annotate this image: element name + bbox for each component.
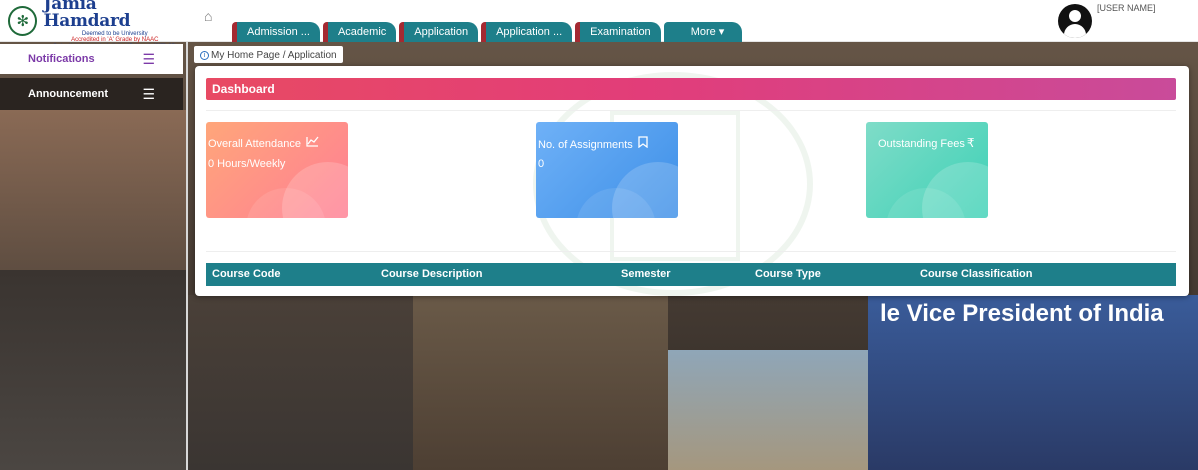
hamburger-menu-icon[interactable]: ☰: [142, 86, 155, 103]
logo-name: Jamia Hamdard: [43, 0, 131, 31]
dashboard-title-bar: Dashboard: [206, 78, 1176, 100]
tab-more-dropdown[interactable]: More ▾: [663, 22, 743, 42]
sidebar-divider: [186, 42, 188, 470]
hamburger-menu-icon[interactable]: ☰: [142, 51, 155, 68]
assignments-card-title: No. of Assignments: [538, 139, 633, 151]
outstanding-fees-card[interactable]: Outstanding Fees ₹: [866, 122, 988, 218]
breadcrumb[interactable]: i My Home Page / Application: [194, 46, 343, 63]
assignments-card[interactable]: No. of Assignments 0: [536, 122, 678, 218]
top-header: ✻ Jamia Hamdard Deemed to be University …: [0, 0, 1198, 46]
home-icon[interactable]: ⌂: [204, 9, 218, 23]
tab-examination[interactable]: Examination: [575, 22, 661, 42]
column-header-semester[interactable]: Semester: [621, 268, 671, 280]
column-header-course-classification[interactable]: Course Classification: [920, 268, 1032, 280]
column-header-course-code[interactable]: Course Code: [212, 268, 280, 280]
divider: [206, 251, 1176, 252]
attendance-card-value: 0 Hours/Weekly: [208, 158, 286, 170]
dashboard-panel: Dashboard Overall Attendance 0 Hours/Wee…: [195, 66, 1189, 296]
tab-application-2[interactable]: Application ...: [481, 22, 573, 42]
column-header-course-description[interactable]: Course Description: [381, 268, 482, 280]
tab-academic[interactable]: Academic: [322, 22, 397, 42]
breadcrumb-text[interactable]: My Home Page / Application: [211, 50, 337, 61]
attendance-card-title: Overall Attendance: [208, 138, 301, 150]
main-nav-tabs: Admission ... Academic Application Appli…: [232, 22, 745, 42]
bookmark-icon: [638, 136, 648, 151]
column-header-course-type[interactable]: Course Type: [755, 268, 821, 280]
fees-card-title: Outstanding Fees: [878, 138, 965, 150]
assignments-card-value: 0: [538, 158, 545, 170]
user-avatar-icon[interactable]: [1058, 4, 1092, 38]
background-banner-text: le Vice President of India: [880, 300, 1164, 327]
sidebar-item-notifications[interactable]: Notifications ☰: [0, 44, 183, 74]
tab-admission[interactable]: Admission ...: [232, 22, 320, 42]
left-sidebar: Notifications ☰ Announcement ☰: [0, 42, 187, 470]
university-logo[interactable]: ✻ Jamia Hamdard Deemed to be University …: [8, 0, 186, 46]
chart-line-icon: [306, 136, 319, 150]
sidebar-item-label: Notifications: [28, 53, 95, 65]
tab-application[interactable]: Application: [399, 22, 479, 42]
sidebar-item-announcement[interactable]: Announcement ☰: [0, 78, 183, 110]
attendance-card[interactable]: Overall Attendance 0 Hours/Weekly: [206, 122, 348, 218]
info-icon: i: [200, 51, 209, 60]
course-table-header: Course Code Course Description Semester …: [206, 263, 1176, 286]
seal-icon: ✻: [8, 6, 38, 36]
rupee-icon: ₹: [966, 136, 975, 150]
divider: [206, 110, 1176, 111]
sidebar-item-label: Announcement: [28, 88, 109, 100]
user-name[interactable]: [USER NAME]: [1097, 3, 1156, 13]
